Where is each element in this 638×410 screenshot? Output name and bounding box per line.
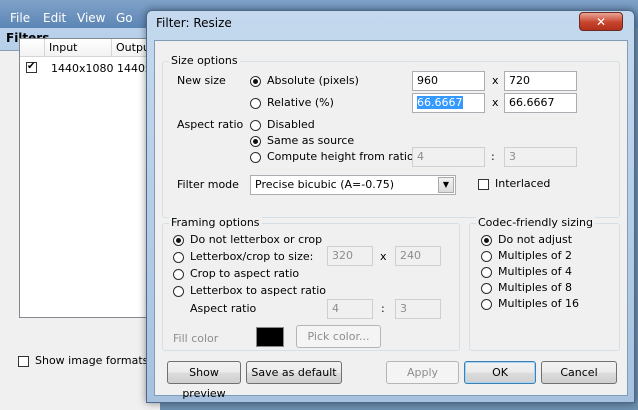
- letterbox-aspect-label[interactable]: Letterbox to aspect ratio: [190, 284, 326, 297]
- aspect-compute-label[interactable]: Compute height from ratio:: [267, 150, 417, 163]
- ratio-colon: :: [491, 150, 495, 163]
- relative-width-field[interactable]: 66.6667: [412, 93, 485, 113]
- show-image-formats-checkbox[interactable]: [18, 356, 29, 367]
- ratio-denominator-field[interactable]: 3: [504, 147, 577, 167]
- filter-mode-label: Filter mode: [177, 178, 239, 191]
- framing-options-group: Framing options Do not letterbox or crop…: [162, 216, 460, 351]
- codec-option-radio-4[interactable]: [481, 299, 492, 310]
- aspect-compute-radio[interactable]: [250, 152, 261, 163]
- checkmark-icon: ✔: [27, 61, 36, 72]
- framing-options-legend: Framing options: [169, 216, 262, 229]
- chevron-down-icon[interactable]: ▼: [438, 177, 454, 193]
- framing-aspect-colon: :: [381, 302, 385, 315]
- new-size-label: New size: [177, 74, 226, 87]
- crop-aspect-radio[interactable]: [173, 269, 184, 280]
- fill-color-swatch: [256, 327, 284, 347]
- interlaced-checkbox[interactable]: [478, 179, 489, 190]
- codec-sizing-legend: Codec-friendly sizing: [476, 216, 595, 229]
- letterbox-size-label[interactable]: Letterbox/crop to size:: [190, 250, 313, 263]
- aspect-same-label[interactable]: Same as source: [267, 134, 354, 147]
- menu-view[interactable]: View: [77, 11, 105, 25]
- no-letterbox-radio[interactable]: [173, 235, 184, 246]
- codec-option-label[interactable]: Multiples of 4: [498, 265, 572, 278]
- fill-color-label: Fill color: [173, 332, 219, 345]
- filter-mode-value: Precise bicubic (A=-0.75): [255, 178, 395, 191]
- codec-option-radio-1[interactable]: [481, 251, 492, 262]
- relative-width-selected-text: 66.6667: [417, 96, 463, 109]
- pick-color-button[interactable]: Pick color...: [296, 325, 381, 348]
- crop-aspect-label[interactable]: Crop to aspect ratio: [190, 267, 299, 280]
- cancel-button[interactable]: Cancel: [541, 361, 617, 384]
- ok-button[interactable]: OK: [464, 361, 536, 384]
- letterbox-height-field[interactable]: 240: [395, 246, 441, 266]
- resize-dialog: Filter: Resize ✕ Size options New size A…: [146, 10, 635, 403]
- menu-edit[interactable]: Edit: [43, 11, 66, 25]
- column-header-check[interactable]: [20, 39, 45, 57]
- ratio-numerator-field[interactable]: 4: [412, 147, 485, 167]
- absolute-height-field[interactable]: 720: [504, 71, 577, 91]
- menu-go[interactable]: Go: [116, 11, 133, 25]
- apply-button[interactable]: Apply: [386, 361, 459, 384]
- show-preview-button[interactable]: Show preview: [167, 361, 241, 400]
- column-header-input[interactable]: Input: [45, 39, 112, 57]
- letterbox-size-radio[interactable]: [173, 252, 184, 263]
- absolute-label[interactable]: Absolute (pixels): [267, 74, 359, 87]
- dialog-client: Size options New size Absolute (pixels) …: [154, 40, 628, 400]
- letterbox-aspect-radio[interactable]: [173, 286, 184, 297]
- codec-option-label[interactable]: Multiples of 2: [498, 249, 572, 262]
- size-options-group: Size options New size Absolute (pixels) …: [162, 54, 620, 218]
- aspect-disabled-radio[interactable]: [250, 120, 261, 131]
- codec-option-label[interactable]: Multiples of 8: [498, 281, 572, 294]
- codec-option-radio-0[interactable]: [481, 235, 492, 246]
- no-letterbox-label[interactable]: Do not letterbox or crop: [190, 233, 322, 246]
- filter-list[interactable]: Input Outpu ✔ 1440x1080 1440x: [19, 38, 161, 318]
- menu-file[interactable]: File: [10, 11, 30, 25]
- aspect-ratio-label: Aspect ratio: [177, 118, 244, 131]
- framing-aspect-label: Aspect ratio: [190, 302, 257, 315]
- codec-option-label[interactable]: Do not adjust: [498, 233, 572, 246]
- codec-option-radio-2[interactable]: [481, 267, 492, 278]
- interlaced-label[interactable]: Interlaced: [495, 177, 550, 190]
- relative-label[interactable]: Relative (%): [267, 96, 334, 109]
- framing-aspect-num-field[interactable]: 4: [327, 299, 373, 319]
- size-options-legend: Size options: [169, 54, 240, 67]
- relative-radio[interactable]: [250, 98, 261, 109]
- close-button[interactable]: ✕: [579, 12, 623, 31]
- absolute-x-separator: x: [492, 74, 499, 87]
- relative-x-separator: x: [492, 96, 499, 109]
- close-icon: ✕: [595, 15, 607, 29]
- save-as-default-button[interactable]: Save as default: [246, 361, 342, 384]
- aspect-same-radio[interactable]: [250, 136, 261, 147]
- letterbox-width-field[interactable]: 320: [327, 246, 373, 266]
- framing-aspect-den-field[interactable]: 3: [395, 299, 441, 319]
- codec-option-label[interactable]: Multiples of 16: [498, 297, 579, 310]
- filter-enabled-checkbox[interactable]: ✔: [26, 61, 37, 73]
- show-image-formats-label: Show image formats: [35, 354, 149, 367]
- row-input-size: 1440x1080: [51, 62, 114, 75]
- dialog-title: Filter: Resize: [156, 16, 232, 30]
- codec-sizing-group: Codec-friendly sizing Do not adjust Mult…: [469, 216, 620, 351]
- aspect-disabled-label[interactable]: Disabled: [267, 118, 315, 131]
- codec-option-radio-3[interactable]: [481, 283, 492, 294]
- absolute-width-field[interactable]: 960: [412, 71, 485, 91]
- letterbox-x-separator: x: [380, 250, 387, 263]
- absolute-radio[interactable]: [250, 76, 261, 87]
- relative-height-field[interactable]: 66.6667: [504, 93, 577, 113]
- menu-bar: File Edit View Go: [0, 8, 160, 28]
- filter-mode-select[interactable]: Precise bicubic (A=-0.75) ▼: [250, 175, 456, 195]
